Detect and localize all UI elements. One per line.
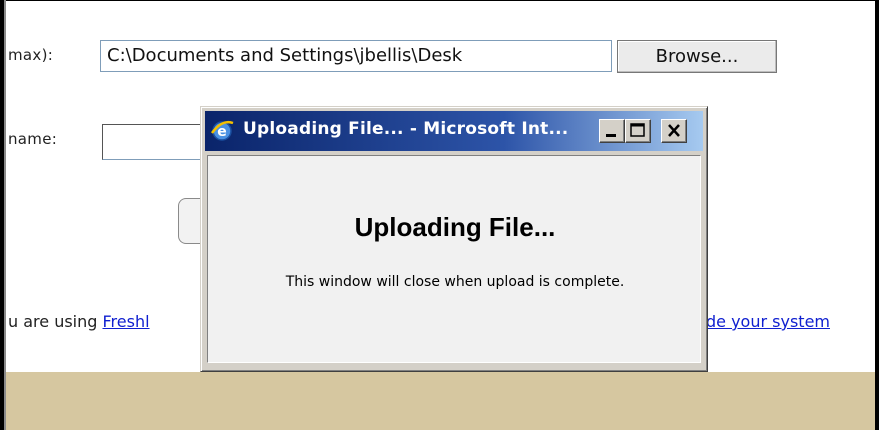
popup-content: Uploading File... This window will close… (207, 155, 701, 363)
file-label: max): (8, 46, 54, 64)
upload-message: This window will close when upload is co… (285, 274, 625, 290)
popup-title: Uploading File... - Microsoft Int... (243, 119, 569, 139)
window-left-border-inner (4, 0, 6, 430)
upgrade-system-link[interactable]: de your system (706, 312, 830, 331)
browse-button[interactable]: Browse... (617, 40, 777, 73)
window-right-border (875, 0, 879, 430)
internet-explorer-icon: e (209, 117, 235, 143)
minimize-button[interactable] (599, 119, 625, 143)
footer-band (6, 372, 875, 430)
info-text: u are using Freshl (8, 312, 150, 331)
file-path-input[interactable]: C:\Documents and Settings\jbellis\Desk (100, 40, 612, 72)
close-button[interactable] (661, 119, 687, 143)
freshmeat-link[interactable]: Freshl (103, 312, 150, 331)
window-top-border (0, 0, 879, 1)
name-label: name: (8, 130, 58, 148)
upload-popup-window: e Uploading File... - Microsoft Int... U… (200, 106, 708, 372)
uploading-heading: Uploading File... (354, 212, 556, 242)
info-prefix: u are using (8, 312, 103, 331)
name-input[interactable] (102, 124, 212, 160)
maximize-button[interactable] (625, 119, 651, 143)
popup-titlebar[interactable]: e Uploading File... - Microsoft Int... (205, 111, 703, 151)
